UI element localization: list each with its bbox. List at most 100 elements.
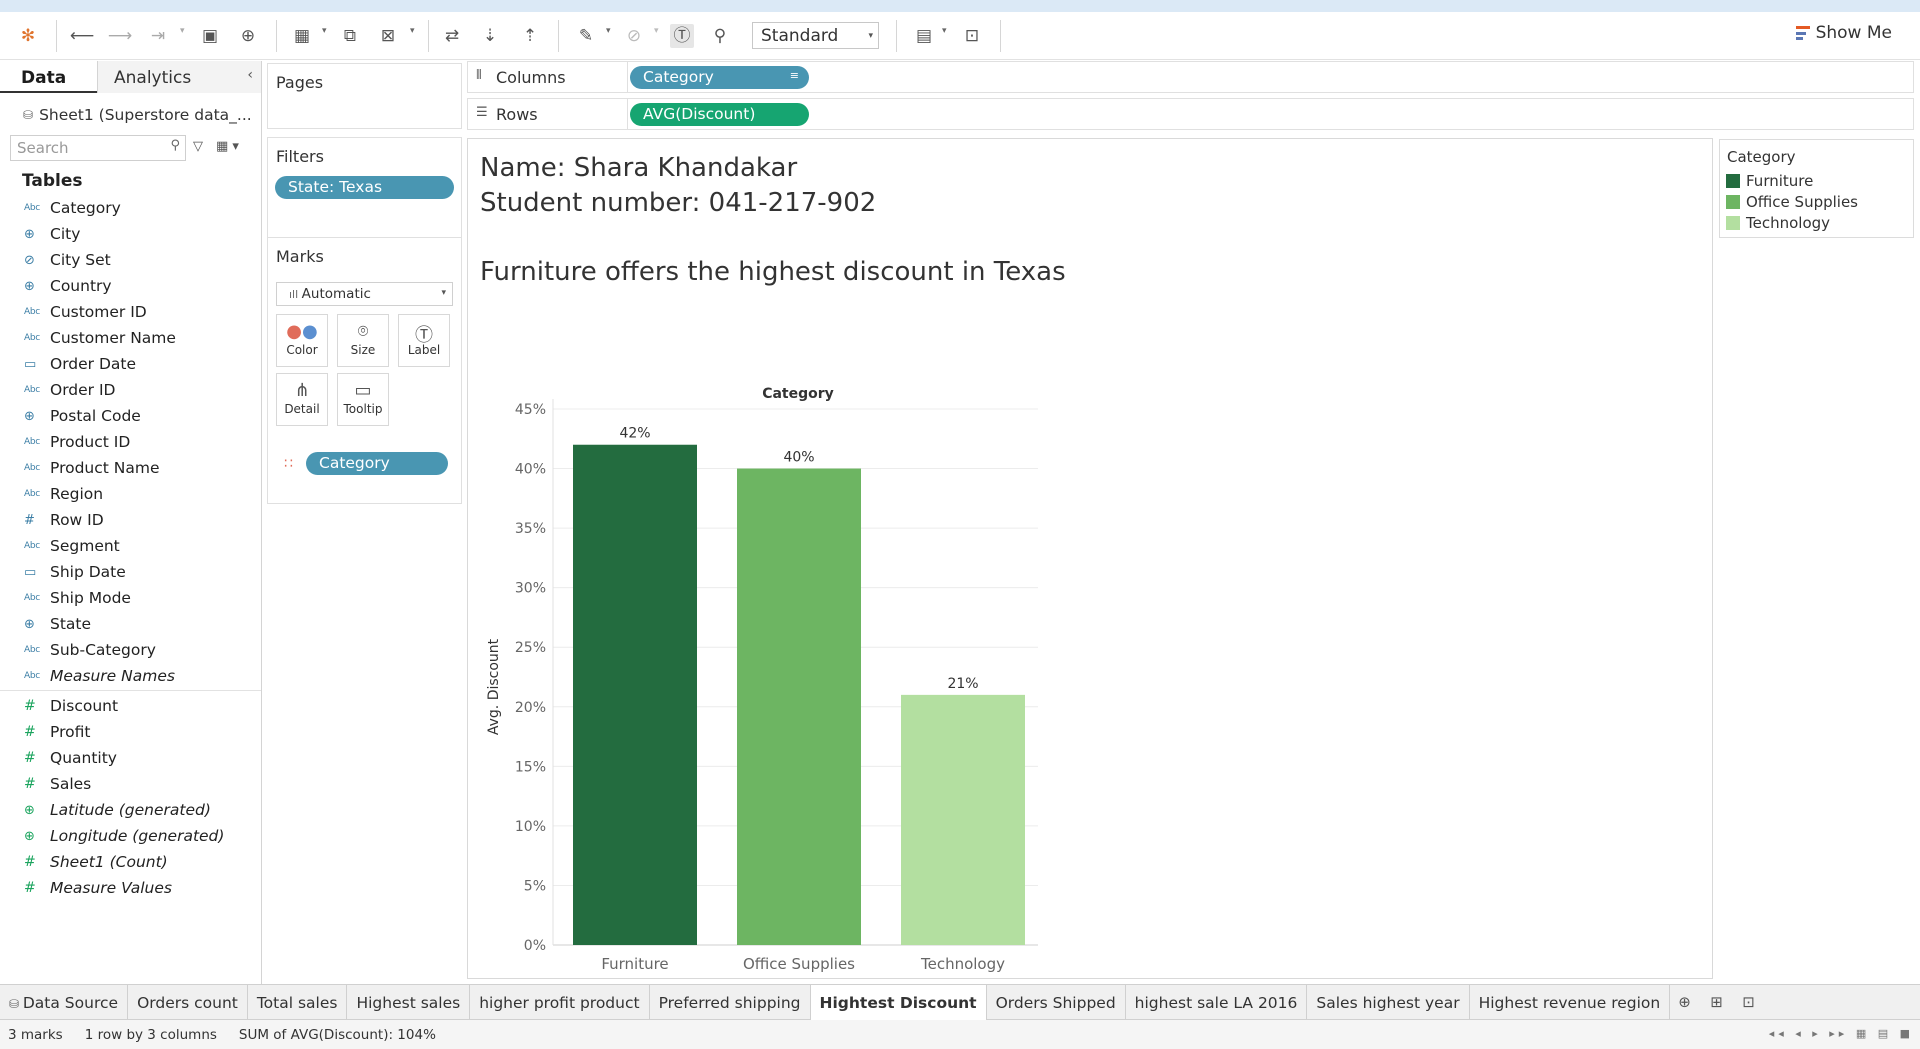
sheet-tab[interactable]: highest sale LA 2016 bbox=[1126, 985, 1308, 1019]
view-size-select[interactable]: Standard ▾ bbox=[752, 22, 879, 49]
label-button[interactable]: Ⓣ Label bbox=[398, 314, 450, 367]
mark-type-value: Automatic bbox=[301, 286, 371, 302]
detail-button[interactable]: ⋔ Detail bbox=[276, 373, 328, 426]
new-datasource-icon[interactable]: ⊕ bbox=[236, 24, 260, 48]
field-item[interactable]: Abc Category bbox=[0, 195, 261, 221]
rows-shelf[interactable]: ☰ Rows AVG(Discount) bbox=[467, 98, 1914, 130]
filters-card[interactable]: Filters State: Texas bbox=[267, 137, 462, 239]
field-item[interactable]: # Quantity bbox=[0, 745, 261, 771]
save-icon[interactable]: ▣ bbox=[198, 24, 222, 48]
field-item[interactable]: ⊕ Longitude (generated) bbox=[0, 823, 261, 849]
legend-swatch bbox=[1726, 215, 1740, 230]
field-item[interactable]: # Profit bbox=[0, 719, 261, 745]
mark-type-select[interactable]: ıll Automatic ▾ bbox=[276, 282, 453, 306]
sheet-tab[interactable]: Hightest Discount bbox=[810, 985, 987, 1020]
new-worksheet-tab-icon[interactable]: ⊕ bbox=[1670, 985, 1702, 1019]
field-item[interactable]: Abc Order ID bbox=[0, 377, 261, 403]
tooltip-button[interactable]: ▭ Tooltip bbox=[337, 373, 389, 426]
clear-sheet-caret-icon[interactable]: ▾ bbox=[410, 26, 415, 36]
field-item[interactable]: ⊕ State bbox=[0, 611, 261, 637]
field-item[interactable]: ⊕ Postal Code bbox=[0, 403, 261, 429]
sort-ascending-icon[interactable]: ⇣ bbox=[478, 24, 502, 48]
columns-label: Columns bbox=[496, 68, 566, 87]
field-item[interactable]: ▭ Ship Date bbox=[0, 559, 261, 585]
group-caret-icon[interactable]: ▾ bbox=[654, 26, 659, 36]
field-item[interactable]: Abc Product Name bbox=[0, 455, 261, 481]
field-item[interactable]: # Measure Values bbox=[0, 875, 261, 901]
y-tick-label: 40% bbox=[515, 462, 546, 478]
columns-pill-category[interactable]: Category ≡ bbox=[630, 66, 809, 89]
sheet-tab[interactable]: Preferred shipping bbox=[650, 985, 811, 1019]
field-item[interactable]: Abc Customer ID bbox=[0, 299, 261, 325]
field-item[interactable]: ▭ Order Date bbox=[0, 351, 261, 377]
field-item[interactable]: Abc Customer Name bbox=[0, 325, 261, 351]
field-item[interactable]: Abc Region bbox=[0, 481, 261, 507]
filter-fields-icon[interactable]: ▽ bbox=[193, 139, 203, 154]
field-item[interactable]: Abc Segment bbox=[0, 533, 261, 559]
color-pill-category[interactable]: Category bbox=[306, 452, 448, 475]
clear-sheet-icon[interactable]: ⊠ bbox=[376, 24, 400, 48]
show-cards-icon[interactable]: ▤ bbox=[912, 24, 936, 48]
field-item[interactable]: # Discount bbox=[0, 693, 261, 719]
field-item[interactable]: Abc Measure Names bbox=[0, 663, 261, 689]
collapse-pane-icon[interactable]: ‹ bbox=[247, 67, 253, 83]
replay-icon[interactable]: ⇥ bbox=[146, 24, 170, 48]
data-pane: Data Analytics ‹ ⛁ Sheet1 (Superstore da… bbox=[0, 61, 262, 984]
field-search-input[interactable]: Search ⚲ bbox=[10, 135, 186, 161]
undo-icon[interactable]: ⟵ bbox=[70, 24, 94, 48]
tab-analytics[interactable]: Analytics ‹ bbox=[97, 61, 261, 93]
duplicate-sheet-icon[interactable]: ⧉ bbox=[338, 24, 362, 48]
rows-pill-avg-discount[interactable]: AVG(Discount) bbox=[630, 103, 809, 126]
field-item[interactable]: Abc Sub-Category bbox=[0, 637, 261, 663]
data-source-item[interactable]: ⛁ Sheet1 (Superstore data_... bbox=[0, 93, 261, 127]
sheet-tab[interactable]: higher profit product bbox=[470, 985, 650, 1019]
size-button[interactable]: ⌾ Size bbox=[337, 314, 389, 367]
sheet-tab[interactable]: Highest sales bbox=[347, 985, 471, 1019]
field-item[interactable]: Abc Ship Mode bbox=[0, 585, 261, 611]
sheet-tab[interactable]: Orders Shipped bbox=[987, 985, 1126, 1019]
color-legend[interactable]: Category Furniture Office Supplies Techn… bbox=[1719, 139, 1914, 238]
field-item[interactable]: ⊘ City Set bbox=[0, 247, 261, 273]
group-members-icon[interactable]: ⊘ bbox=[622, 24, 646, 48]
swap-rows-columns-icon[interactable]: ⇄ bbox=[440, 24, 464, 48]
color-button[interactable]: ●● Color bbox=[276, 314, 328, 367]
new-story-tab-icon[interactable]: ⊡ bbox=[1734, 985, 1766, 1019]
field-item[interactable]: Abc Product ID bbox=[0, 429, 261, 455]
presentation-mode-icon[interactable]: ⊡ bbox=[960, 24, 984, 48]
filter-pill-state[interactable]: State: Texas bbox=[275, 176, 454, 199]
field-item[interactable]: # Sales bbox=[0, 771, 261, 797]
tableau-logo-icon[interactable]: ✻ bbox=[16, 24, 40, 48]
new-worksheet-caret-icon[interactable]: ▾ bbox=[322, 26, 327, 36]
highlight-caret-icon[interactable]: ▾ bbox=[606, 26, 611, 36]
field-item[interactable]: ⊕ Country bbox=[0, 273, 261, 299]
legend-item-office-supplies[interactable]: Office Supplies bbox=[1720, 191, 1913, 212]
sheet-tab[interactable]: Total sales bbox=[248, 985, 348, 1019]
field-item[interactable]: ⊕ City bbox=[0, 221, 261, 247]
view-options-icon[interactable]: ▦ ▾ bbox=[216, 139, 239, 154]
sort-descending-icon[interactable]: ⇡ bbox=[518, 24, 542, 48]
field-item[interactable]: # Sheet1 (Count) bbox=[0, 849, 261, 875]
new-dashboard-tab-icon[interactable]: ⊞ bbox=[1702, 985, 1734, 1019]
new-worksheet-icon[interactable]: ▦ bbox=[290, 24, 314, 48]
field-item[interactable]: # Row ID bbox=[0, 507, 261, 533]
tab-data-source[interactable]: ⛁ Data Source bbox=[0, 985, 129, 1019]
sheet-tab[interactable]: Sales highest year bbox=[1307, 985, 1470, 1019]
legend-item-technology[interactable]: Technology bbox=[1720, 212, 1913, 233]
pages-card[interactable]: Pages bbox=[267, 63, 462, 129]
show-me-button[interactable]: Show Me bbox=[1795, 23, 1892, 43]
tables-heading: Tables bbox=[22, 171, 83, 191]
sheet-navigation-icons[interactable]: ◂◂ ◂ ▸ ▸▸ ▦ ▤ ■ bbox=[1769, 1027, 1914, 1040]
field-name: Region bbox=[50, 485, 104, 503]
sheet-tab[interactable]: Orders count bbox=[128, 985, 248, 1019]
highlight-icon[interactable]: ✎ bbox=[574, 24, 598, 48]
field-item[interactable]: ⊕ Latitude (generated) bbox=[0, 797, 261, 823]
replay-caret-icon[interactable]: ▾ bbox=[180, 26, 185, 36]
show-mark-labels-icon[interactable]: Ⓣ bbox=[670, 24, 694, 48]
redo-icon[interactable]: ⟶ bbox=[108, 24, 132, 48]
fix-axes-icon[interactable]: ⚲ bbox=[708, 24, 732, 48]
show-cards-caret-icon[interactable]: ▾ bbox=[942, 26, 947, 36]
columns-shelf[interactable]: ⦀ Columns Category ≡ bbox=[467, 61, 1914, 93]
tab-data[interactable]: Data bbox=[0, 61, 97, 93]
legend-item-furniture[interactable]: Furniture bbox=[1720, 170, 1913, 191]
sheet-tab[interactable]: Highest revenue region bbox=[1470, 985, 1671, 1019]
